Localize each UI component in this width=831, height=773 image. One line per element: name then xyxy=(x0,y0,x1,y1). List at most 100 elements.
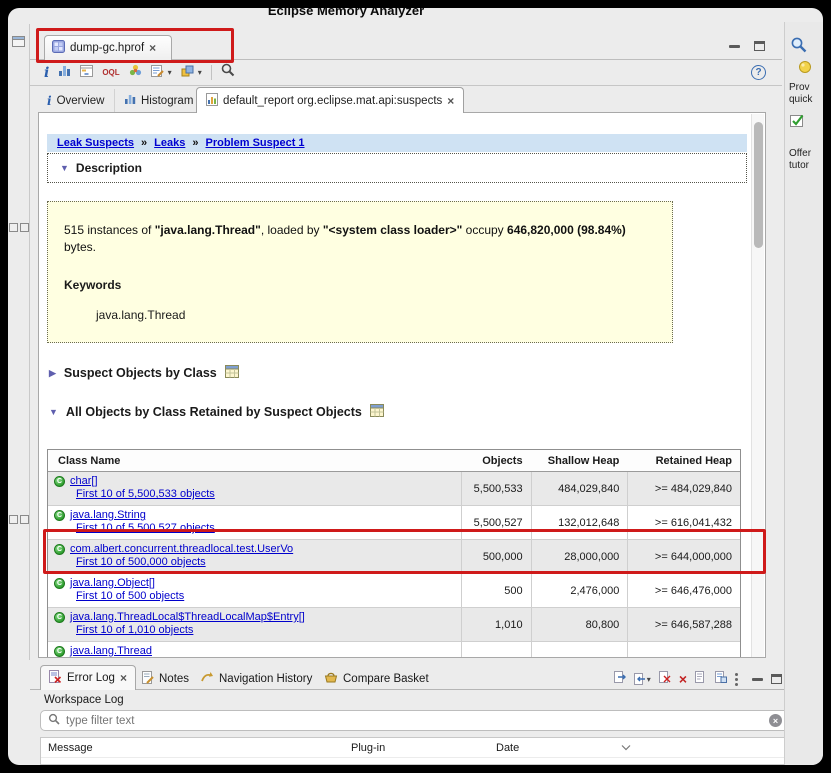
error-log-table: Message Plug-in Date xyxy=(40,737,790,765)
retained-heap-cell: >= 616,041,432 xyxy=(627,506,740,539)
tab-error-log[interactable]: Error Log × xyxy=(40,665,136,690)
overflow-dots-icon[interactable] xyxy=(735,673,738,676)
table-row-string[interactable]: Cjava.lang.String First 10 of 5,500,527 … xyxy=(48,506,740,540)
info-icon[interactable]: i xyxy=(44,66,49,80)
tab-histogram[interactable]: Histogram xyxy=(115,89,203,112)
tab-navigation-history-label: Navigation History xyxy=(219,673,312,685)
sort-chevron-icon[interactable] xyxy=(621,742,631,754)
col-header-class-name[interactable]: Class Name xyxy=(48,455,461,467)
dominator-tree-icon[interactable] xyxy=(80,64,93,82)
twistie-expanded-icon[interactable]: ▼ xyxy=(60,163,69,173)
minimize-button[interactable] xyxy=(752,678,763,681)
table-row-thread[interactable]: Cjava.lang.Thread xyxy=(48,642,740,658)
tab-default-report-suspects[interactable]: default_report org.eclipse.mat.api:suspe… xyxy=(196,87,464,113)
search-help-icon[interactable] xyxy=(790,36,808,57)
maximize-button[interactable] xyxy=(771,674,782,684)
desc-text: bytes. xyxy=(64,240,96,254)
breadcrumb-link-leak-suspects[interactable]: Leak Suspects xyxy=(57,137,134,149)
class-icon: C xyxy=(54,476,65,487)
section-all-objects-retained[interactable]: ▼ All Objects by Class Retained by Suspe… xyxy=(49,404,384,420)
restore-log-icon[interactable] xyxy=(715,670,727,688)
cheatsheet-text: Offer xyxy=(789,148,811,159)
class-icon: C xyxy=(54,646,65,657)
first-objects-link[interactable]: First 10 of 5,500,527 objects xyxy=(76,522,215,534)
report-chart-icon xyxy=(206,93,218,109)
table-row-uservo[interactable]: Ccom.albert.concurrent.threadlocal.test.… xyxy=(48,540,740,574)
help-icon[interactable]: ? xyxy=(751,65,766,80)
close-icon[interactable]: × xyxy=(447,95,454,107)
minimized-view-icons[interactable] xyxy=(9,512,29,530)
class-cell: Cjava.lang.ThreadLocal$ThreadLocalMap$En… xyxy=(48,608,461,641)
tab-overview[interactable]: i Overview xyxy=(38,89,115,112)
minimized-view-icons[interactable] xyxy=(9,220,29,238)
description-title[interactable]: Description xyxy=(76,161,142,175)
class-link[interactable]: com.albert.concurrent.threadlocal.test.U… xyxy=(70,543,293,555)
toolbar-separator xyxy=(211,65,212,80)
class-link[interactable]: java.lang.Object[] xyxy=(70,577,155,589)
first-objects-link[interactable]: First 10 of 5,500,533 objects xyxy=(76,488,215,500)
col-header-plugin[interactable]: Plug-in xyxy=(351,742,496,754)
tab-notes[interactable]: Notes xyxy=(134,667,197,690)
col-header-objects[interactable]: Objects xyxy=(461,455,531,467)
col-header-message[interactable]: Message xyxy=(41,742,351,754)
twistie-expanded-icon[interactable]: ▼ xyxy=(49,407,58,417)
class-link[interactable]: java.lang.String xyxy=(70,509,146,521)
shallow-heap-cell: 132,012,648 xyxy=(531,506,628,539)
first-objects-link[interactable]: First 10 of 1,010 objects xyxy=(76,624,193,636)
query-browser-icon[interactable] xyxy=(181,64,194,82)
chevron-down-icon[interactable]: ▾ xyxy=(198,68,202,77)
vertical-scrollbar[interactable] xyxy=(751,114,764,657)
cheatsheet-text: quick xyxy=(789,94,812,105)
gear-icon[interactable] xyxy=(129,64,142,82)
maximize-button[interactable] xyxy=(754,41,765,51)
col-header-shallow-heap[interactable]: Shallow Heap xyxy=(531,455,628,467)
table-row-char-array[interactable]: Cchar[] First 10 of 5,500,533 objects 5,… xyxy=(48,472,740,506)
section-suspect-objects-by-class[interactable]: ▶ Suspect Objects by Class xyxy=(49,365,239,381)
result-subtabs: i Overview Histogram default_report org.… xyxy=(30,86,782,112)
report-icon[interactable] xyxy=(151,64,164,82)
delete-log-icon[interactable] xyxy=(659,670,671,688)
keywords-label: Keywords xyxy=(64,278,121,292)
tab-navigation-history[interactable]: Navigation History xyxy=(192,667,320,690)
heap-dump-icon xyxy=(52,40,65,56)
close-icon[interactable]: × xyxy=(120,672,127,684)
scrollbar-thumb[interactable] xyxy=(754,122,763,248)
navigation-history-icon xyxy=(200,671,214,686)
description-paragraph: 515 instances of "java.lang.Thread", loa… xyxy=(64,222,654,256)
filter-input[interactable] xyxy=(66,715,763,727)
screenshot-canvas: { "window": { "title": "Eclipse Memory A… xyxy=(0,0,831,773)
col-header-date[interactable]: Date xyxy=(496,742,621,754)
error-log-icon xyxy=(49,670,62,686)
clear-log-icon[interactable]: × xyxy=(679,672,687,686)
first-objects-link[interactable]: First 10 of 500,000 objects xyxy=(76,556,206,568)
chevron-down-icon[interactable]: ▾ xyxy=(168,68,172,77)
twistie-collapsed-icon[interactable]: ▶ xyxy=(49,368,56,379)
search-icon[interactable] xyxy=(221,63,235,82)
breadcrumb-link-leaks[interactable]: Leaks xyxy=(154,137,185,149)
bulb-icon[interactable] xyxy=(798,60,812,77)
export-log-icon[interactable] xyxy=(614,670,626,688)
class-link[interactable]: java.lang.Thread xyxy=(70,645,152,657)
clear-filter-icon[interactable]: × xyxy=(769,714,782,727)
close-icon[interactable]: × xyxy=(149,42,156,54)
class-link[interactable]: char[] xyxy=(70,475,98,487)
open-log-icon[interactable] xyxy=(695,670,707,688)
breadcrumb-link-problem-suspect-1[interactable]: Problem Suspect 1 xyxy=(206,137,305,149)
log-table-header: Message Plug-in Date xyxy=(41,738,789,758)
editor-tab-dump-gc-hprof[interactable]: dump-gc.hprof × xyxy=(44,35,172,60)
class-link[interactable]: java.lang.ThreadLocal$ThreadLocalMap$Ent… xyxy=(70,611,305,623)
editor-tab-label: dump-gc.hprof xyxy=(70,42,144,54)
table-row-threadlocal-entry[interactable]: Cjava.lang.ThreadLocal$ThreadLocalMap$En… xyxy=(48,608,740,642)
table-row-object-array[interactable]: Cjava.lang.Object[] First 10 of 500 obje… xyxy=(48,574,740,608)
minimize-button[interactable] xyxy=(729,45,740,48)
retained-heap-cell: >= 644,000,000 xyxy=(627,540,740,573)
tab-compare-basket[interactable]: Compare Basket xyxy=(316,667,437,690)
first-objects-link[interactable]: First 10 of 500 objects xyxy=(76,590,184,602)
info-icon: i xyxy=(47,95,52,107)
checklist-icon[interactable] xyxy=(790,114,805,131)
histogram-icon[interactable] xyxy=(58,64,71,82)
col-header-retained-heap[interactable]: Retained Heap xyxy=(627,455,740,467)
oql-icon[interactable]: OQL xyxy=(102,69,119,77)
restore-editor-icon[interactable] xyxy=(12,34,25,52)
import-log-button[interactable]: ▾ xyxy=(634,673,651,685)
